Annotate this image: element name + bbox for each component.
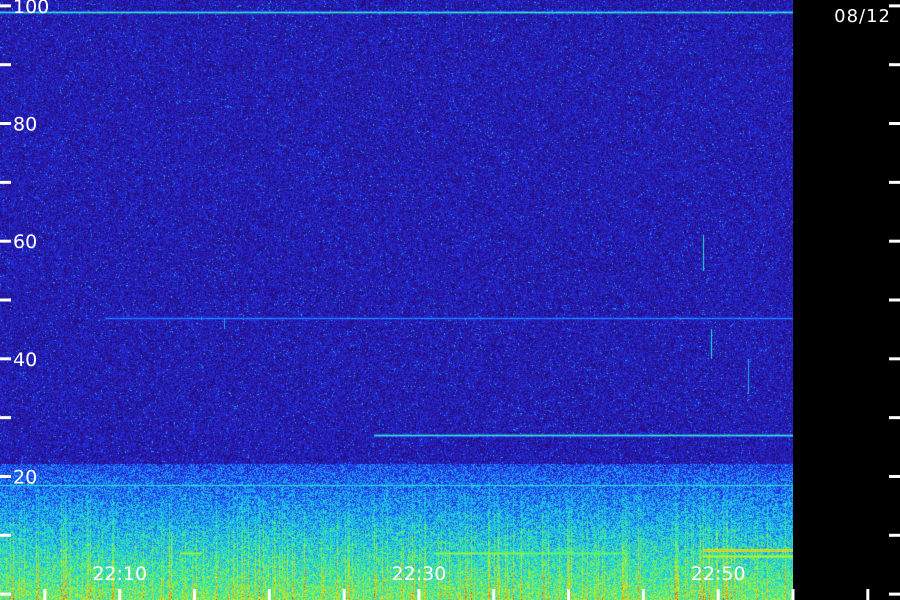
x-tick bbox=[492, 589, 496, 600]
y-tick-left bbox=[0, 122, 11, 126]
y-tick-label: 20 bbox=[13, 466, 37, 488]
y-tick-right bbox=[889, 533, 900, 537]
x-tick bbox=[118, 589, 122, 600]
y-tick-right bbox=[889, 592, 900, 596]
x-tick bbox=[43, 589, 47, 600]
y-tick-left bbox=[0, 357, 11, 361]
x-tick bbox=[567, 589, 571, 600]
x-tick-label: 22:30 bbox=[392, 563, 447, 585]
x-tick bbox=[342, 589, 346, 600]
y-tick-left bbox=[0, 4, 11, 8]
y-tick-right bbox=[889, 180, 900, 184]
y-tick-right bbox=[889, 239, 900, 243]
x-tick-label: 22:50 bbox=[691, 563, 746, 585]
y-tick-left bbox=[0, 298, 11, 302]
y-tick-left bbox=[0, 474, 11, 478]
x-tick bbox=[791, 589, 795, 600]
x-tick bbox=[716, 589, 720, 600]
y-tick-right bbox=[889, 474, 900, 478]
x-tick bbox=[641, 589, 645, 600]
y-tick-left bbox=[0, 416, 11, 420]
y-tick-right bbox=[889, 357, 900, 361]
y-tick-left bbox=[0, 180, 11, 184]
x-tick bbox=[267, 589, 271, 600]
y-tick-label: 60 bbox=[13, 231, 37, 253]
y-tick-left bbox=[0, 533, 11, 537]
y-tick-right bbox=[889, 298, 900, 302]
y-tick-left bbox=[0, 592, 11, 596]
date-label: 08/12 bbox=[834, 6, 891, 27]
y-tick-right bbox=[889, 122, 900, 126]
y-tick-label: 100 bbox=[13, 0, 49, 18]
y-tick-left bbox=[0, 63, 11, 67]
x-tick bbox=[866, 589, 870, 600]
x-tick bbox=[417, 589, 421, 600]
y-tick-label: 80 bbox=[13, 114, 37, 136]
y-tick-label: 40 bbox=[13, 349, 37, 371]
y-tick-right bbox=[889, 416, 900, 420]
y-tick-right bbox=[889, 63, 900, 67]
x-tick-label: 22:10 bbox=[92, 563, 147, 585]
axes-overlay: 100 80 60 40 20 22:10 22:30 22:50 bbox=[0, 0, 900, 600]
x-tick bbox=[193, 589, 197, 600]
y-tick-left bbox=[0, 239, 11, 243]
